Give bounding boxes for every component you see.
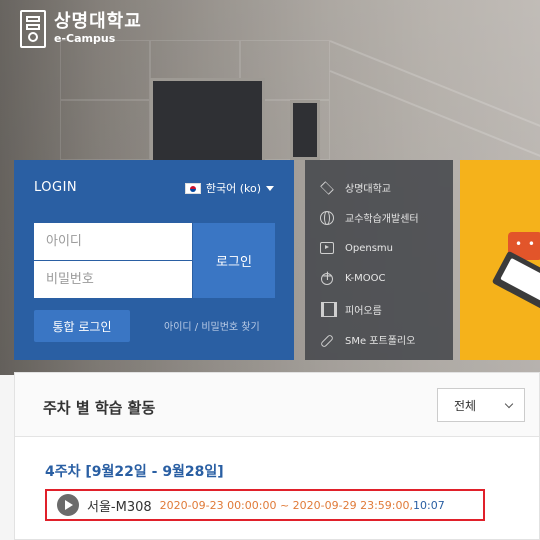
quick-links-panel: 상명대학교 교수학습개발센터 Opensmu K-MOOC 피어오름 SMe 포… xyxy=(305,160,453,360)
username-input[interactable] xyxy=(34,223,192,260)
quick-link-opensmu[interactable]: Opensmu xyxy=(319,233,453,264)
login-button[interactable]: 로그인 xyxy=(193,223,275,298)
activity-item[interactable]: 서울-M308 2020-09-23 00:00:00 ~ 2020-09-29… xyxy=(45,489,485,521)
logo-title: 상명대학교 xyxy=(54,11,142,32)
sso-login-button[interactable]: 통합 로그인 xyxy=(34,310,130,342)
language-selector[interactable]: 한국어 (ko) xyxy=(184,180,274,196)
quick-link-label: Opensmu xyxy=(345,242,393,254)
quick-link-label: K-MOOC xyxy=(345,273,386,285)
quick-link-peer[interactable]: 피어오름 xyxy=(319,294,453,325)
login-panel: LOGIN 한국어 (ko) 로그인 통합 로그인 아이디 / 비밀번호 찾기 xyxy=(14,160,294,360)
activity-header: 주차 별 학습 활동 전체 xyxy=(15,373,539,437)
link-icon xyxy=(319,332,335,348)
move-icon xyxy=(319,269,335,287)
wall-panel xyxy=(60,40,150,100)
play-icon[interactable] xyxy=(57,494,79,516)
layers-icon xyxy=(319,179,335,195)
video-icon xyxy=(319,240,335,256)
site-logo[interactable]: 상명대학교 e-Campus xyxy=(20,10,142,48)
korea-flag-icon xyxy=(184,182,201,194)
quick-link-kmooc[interactable]: K-MOOC xyxy=(319,264,453,295)
film-icon xyxy=(319,301,337,318)
quick-link-label: 상명대학교 xyxy=(345,183,391,195)
caret-down-icon xyxy=(266,185,274,191)
activity-title: 주차 별 학습 활동 xyxy=(43,399,156,417)
login-title: LOGIN xyxy=(34,180,78,195)
password-input[interactable] xyxy=(34,261,192,298)
logo-subtitle: e-Campus xyxy=(54,32,116,45)
activity-duration: 10:07 xyxy=(413,498,445,512)
building-window xyxy=(150,78,265,163)
week-filter-select[interactable]: 전체 xyxy=(437,388,525,422)
language-label: 한국어 (ko) xyxy=(205,182,261,195)
wall-panel xyxy=(60,100,150,160)
find-account-link[interactable]: 아이디 / 비밀번호 찾기 xyxy=(164,318,260,333)
quick-link-portfolio[interactable]: SMe 포트폴리오 xyxy=(319,325,453,356)
globe-icon xyxy=(319,210,335,226)
building-window xyxy=(290,100,320,160)
quick-link-label: SMe 포트폴리오 xyxy=(345,336,416,348)
filter-value: 전체 xyxy=(454,398,477,413)
quick-link-teaching-center[interactable]: 교수학습개발센터 xyxy=(319,203,453,234)
quick-link-label: 피어오름 xyxy=(345,305,382,317)
week-label: 4주차 [9월22일 - 9월28일] xyxy=(45,464,224,480)
activity-name[interactable]: 서울-M308 xyxy=(87,496,152,515)
weekly-activity-panel: 주차 별 학습 활동 전체 4주차 [9월22일 - 9월28일] 서울-M30… xyxy=(14,372,540,540)
tablet-illustration xyxy=(491,250,540,316)
university-emblem-icon xyxy=(20,10,46,48)
chevron-down-icon xyxy=(504,399,514,409)
promo-banner[interactable] xyxy=(460,160,540,360)
activity-period: 2020-09-23 00:00:00 ~ 2020-09-29 23:59:0… xyxy=(159,498,410,512)
quick-link-university[interactable]: 상명대학교 xyxy=(319,172,453,203)
quick-link-label: 교수학습개발센터 xyxy=(345,214,419,226)
